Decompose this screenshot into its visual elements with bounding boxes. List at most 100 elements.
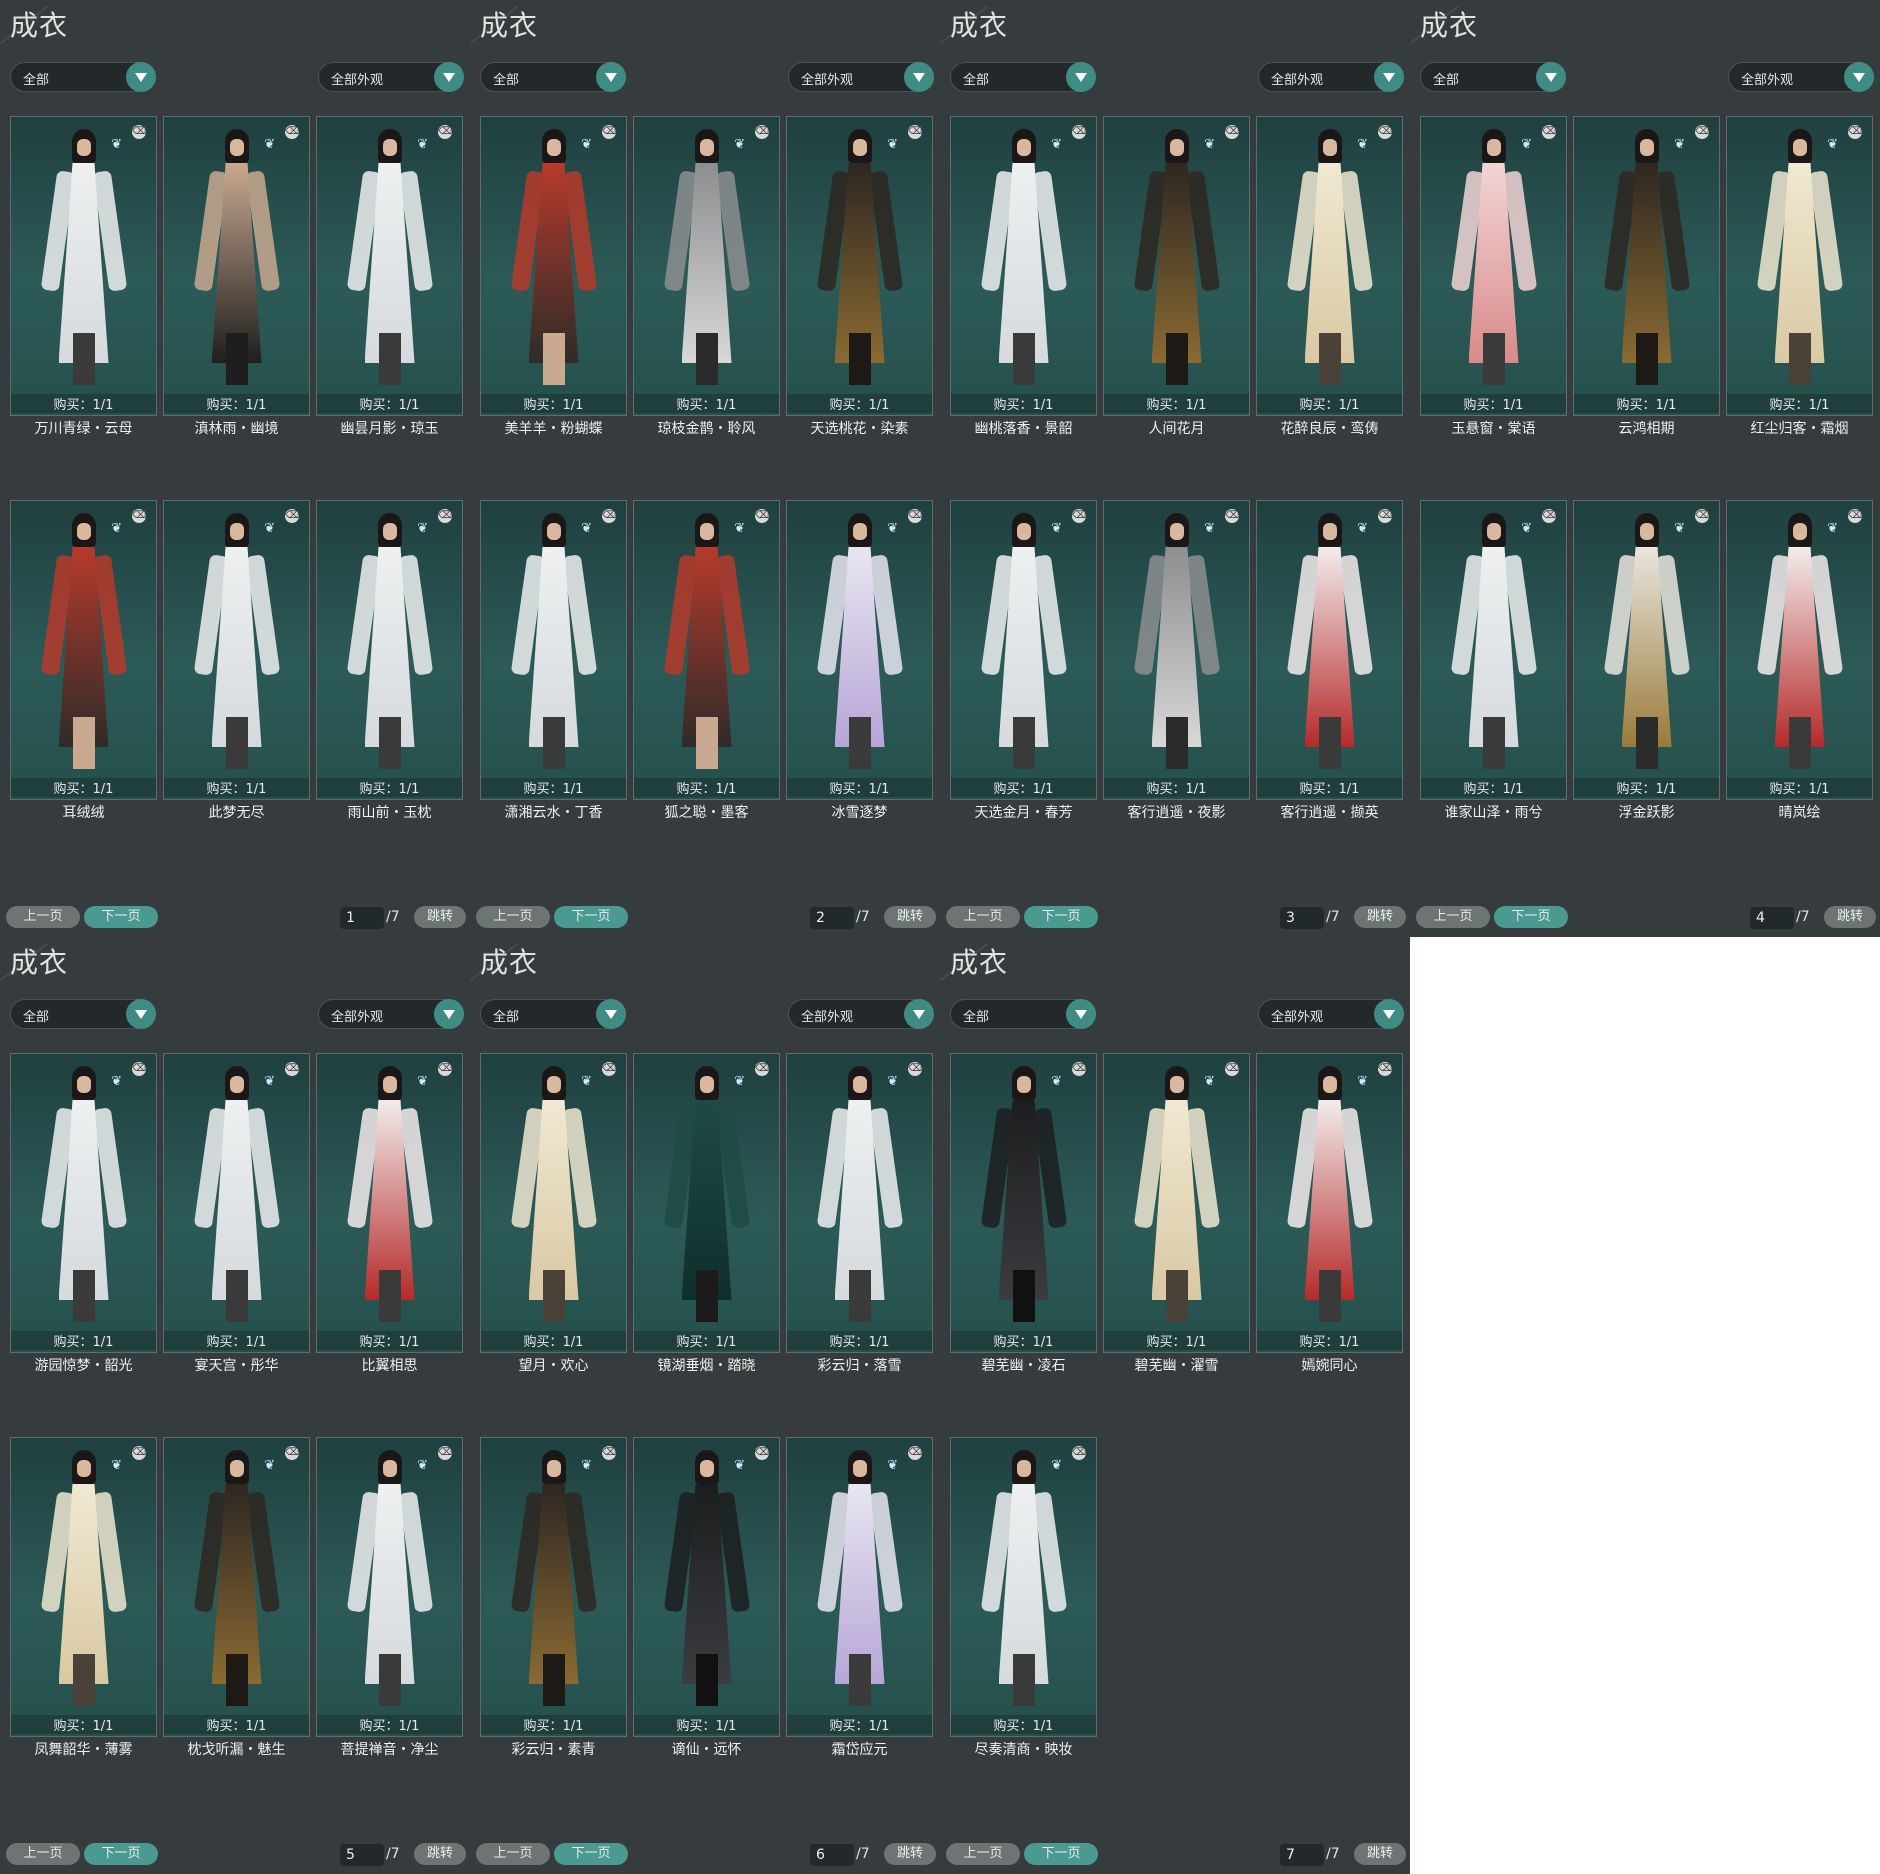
outfit-card[interactable]: ❦ ⌫ 购买：1/1 — [316, 500, 463, 800]
outfit-card[interactable]: ❦ ⌫ 购买：1/1 — [163, 1053, 310, 1353]
next-page-button[interactable]: 下一页 — [1024, 906, 1098, 928]
chevron-down-icon[interactable] — [596, 999, 626, 1029]
prev-page-button[interactable]: 上一页 — [946, 1843, 1020, 1865]
trash-icon[interactable]: ⌫ — [1225, 1062, 1239, 1076]
jump-button[interactable]: 跳转 — [414, 1843, 466, 1865]
prev-page-button[interactable]: 上一页 — [946, 906, 1020, 928]
trash-icon[interactable]: ⌫ — [1542, 509, 1556, 523]
outfit-card[interactable]: ❦ ⌫ 购买：1/1 — [786, 116, 933, 416]
trash-icon[interactable]: ⌫ — [1225, 125, 1239, 139]
outfit-card[interactable]: ❦ ⌫ 购买：1/1 — [633, 1437, 780, 1737]
outfit-card[interactable]: ❦ ⌫ 购买：1/1 — [1256, 1053, 1403, 1353]
next-page-button[interactable]: 下一页 — [1024, 1843, 1098, 1865]
trash-icon[interactable]: ⌫ — [1695, 509, 1709, 523]
chevron-down-icon[interactable] — [1066, 62, 1096, 92]
trash-icon[interactable]: ⌫ — [1542, 125, 1556, 139]
outfit-card[interactable]: ❦ ⌫ 购买：1/1 — [10, 500, 157, 800]
chevron-down-icon[interactable] — [1536, 62, 1566, 92]
outfit-card[interactable]: ❦ ⌫ 购买：1/1 — [480, 116, 627, 416]
trash-icon[interactable]: ⌫ — [1378, 125, 1392, 139]
outfit-card[interactable]: ❦ ⌫ 购买：1/1 — [1103, 1053, 1250, 1353]
outfit-card[interactable]: ❦ ⌫ 购买：1/1 — [316, 1437, 463, 1737]
outfit-card[interactable]: ❦ ⌫ 购买：1/1 — [1103, 500, 1250, 800]
page-number-input[interactable]: 1 — [340, 907, 384, 929]
trash-icon[interactable]: ⌫ — [438, 1446, 452, 1460]
next-page-button[interactable]: 下一页 — [554, 906, 628, 928]
outfit-card[interactable]: ❦ ⌫ 购买：1/1 — [163, 1437, 310, 1737]
jump-button[interactable]: 跳转 — [884, 906, 936, 928]
jump-button[interactable]: 跳转 — [1354, 1843, 1406, 1865]
chevron-down-icon[interactable] — [1844, 62, 1874, 92]
outfit-card[interactable]: ❦ ⌫ 购买：1/1 — [950, 116, 1097, 416]
outfit-card[interactable]: ❦ ⌫ 购买：1/1 — [1103, 116, 1250, 416]
prev-page-button[interactable]: 上一页 — [476, 906, 550, 928]
outfit-card[interactable]: ❦ ⌫ 购买：1/1 — [1420, 116, 1567, 416]
outfit-card[interactable]: ❦ ⌫ 购买：1/1 — [1573, 116, 1720, 416]
trash-icon[interactable]: ⌫ — [132, 1062, 146, 1076]
outfit-card[interactable]: ❦ ⌫ 购买：1/1 — [1726, 500, 1873, 800]
outfit-card[interactable]: ❦ ⌫ 购买：1/1 — [163, 500, 310, 800]
next-page-button[interactable]: 下一页 — [554, 1843, 628, 1865]
outfit-card[interactable]: ❦ ⌫ 购买：1/1 — [786, 1437, 933, 1737]
chevron-down-icon[interactable] — [596, 62, 626, 92]
category-filter-dropdown[interactable]: 全部 — [10, 999, 156, 1029]
outfit-card[interactable]: ❦ ⌫ 购买：1/1 — [10, 116, 157, 416]
trash-icon[interactable]: ⌫ — [1848, 125, 1862, 139]
trash-icon[interactable]: ⌫ — [438, 125, 452, 139]
outfit-card[interactable]: ❦ ⌫ 购买：1/1 — [786, 1053, 933, 1353]
trash-icon[interactable]: ⌫ — [908, 1062, 922, 1076]
trash-icon[interactable]: ⌫ — [438, 1062, 452, 1076]
prev-page-button[interactable]: 上一页 — [6, 1843, 80, 1865]
trash-icon[interactable]: ⌫ — [1848, 509, 1862, 523]
category-filter-dropdown[interactable]: 全部 — [10, 62, 156, 92]
trash-icon[interactable]: ⌫ — [602, 125, 616, 139]
trash-icon[interactable]: ⌫ — [132, 125, 146, 139]
jump-button[interactable]: 跳转 — [884, 1843, 936, 1865]
outfit-card[interactable]: ❦ ⌫ 购买：1/1 — [950, 1437, 1097, 1737]
prev-page-button[interactable]: 上一页 — [476, 1843, 550, 1865]
outfit-card[interactable]: ❦ ⌫ 购买：1/1 — [786, 500, 933, 800]
outfit-card[interactable]: ❦ ⌫ 购买：1/1 — [316, 116, 463, 416]
trash-icon[interactable]: ⌫ — [1695, 125, 1709, 139]
trash-icon[interactable]: ⌫ — [908, 509, 922, 523]
trash-icon[interactable]: ⌫ — [908, 1446, 922, 1460]
appearance-filter-dropdown[interactable]: 全部外观 — [318, 999, 464, 1029]
chevron-down-icon[interactable] — [1374, 999, 1404, 1029]
trash-icon[interactable]: ⌫ — [285, 1062, 299, 1076]
trash-icon[interactable]: ⌫ — [285, 125, 299, 139]
jump-button[interactable]: 跳转 — [414, 906, 466, 928]
appearance-filter-dropdown[interactable]: 全部外观 — [1258, 62, 1404, 92]
trash-icon[interactable]: ⌫ — [602, 1446, 616, 1460]
trash-icon[interactable]: ⌫ — [285, 509, 299, 523]
trash-icon[interactable]: ⌫ — [755, 1446, 769, 1460]
outfit-card[interactable]: ❦ ⌫ 购买：1/1 — [163, 116, 310, 416]
page-number-input[interactable]: 6 — [810, 1844, 854, 1866]
outfit-card[interactable]: ❦ ⌫ 购买：1/1 — [480, 1437, 627, 1737]
trash-icon[interactable]: ⌫ — [1378, 1062, 1392, 1076]
outfit-card[interactable]: ❦ ⌫ 购买：1/1 — [1726, 116, 1873, 416]
category-filter-dropdown[interactable]: 全部 — [950, 62, 1096, 92]
page-number-input[interactable]: 2 — [810, 907, 854, 929]
trash-icon[interactable]: ⌫ — [1225, 509, 1239, 523]
trash-icon[interactable]: ⌫ — [132, 509, 146, 523]
trash-icon[interactable]: ⌫ — [1072, 1446, 1086, 1460]
trash-icon[interactable]: ⌫ — [1378, 509, 1392, 523]
outfit-card[interactable]: ❦ ⌫ 购买：1/1 — [1573, 500, 1720, 800]
page-number-input[interactable]: 5 — [340, 1844, 384, 1866]
next-page-button[interactable]: 下一页 — [84, 1843, 158, 1865]
outfit-card[interactable]: ❦ ⌫ 购买：1/1 — [633, 116, 780, 416]
trash-icon[interactable]: ⌫ — [602, 1062, 616, 1076]
trash-icon[interactable]: ⌫ — [285, 1446, 299, 1460]
outfit-card[interactable]: ❦ ⌫ 购买：1/1 — [480, 500, 627, 800]
chevron-down-icon[interactable] — [904, 999, 934, 1029]
trash-icon[interactable]: ⌫ — [1072, 1062, 1086, 1076]
page-number-input[interactable]: 3 — [1280, 907, 1324, 929]
appearance-filter-dropdown[interactable]: 全部外观 — [788, 62, 934, 92]
jump-button[interactable]: 跳转 — [1354, 906, 1406, 928]
outfit-card[interactable]: ❦ ⌫ 购买：1/1 — [633, 500, 780, 800]
trash-icon[interactable]: ⌫ — [755, 509, 769, 523]
page-number-input[interactable]: 4 — [1750, 907, 1794, 929]
chevron-down-icon[interactable] — [126, 999, 156, 1029]
outfit-card[interactable]: ❦ ⌫ 购买：1/1 — [1256, 500, 1403, 800]
chevron-down-icon[interactable] — [434, 999, 464, 1029]
